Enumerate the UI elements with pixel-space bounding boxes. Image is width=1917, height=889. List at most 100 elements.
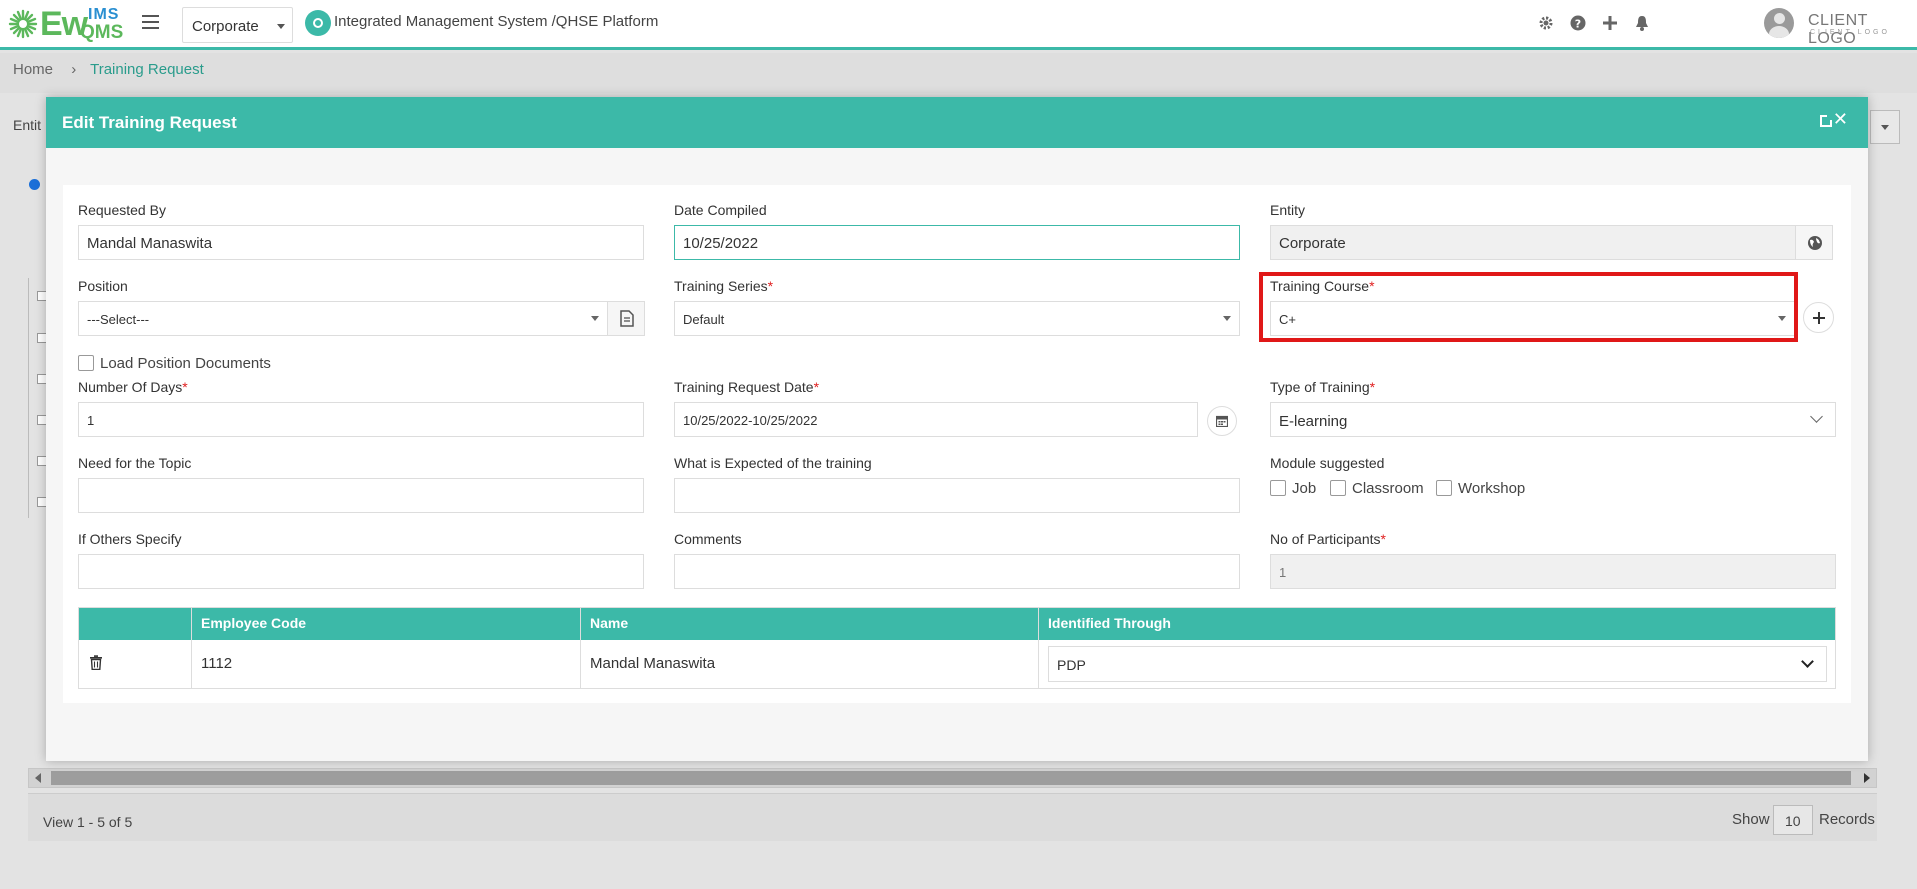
avatar[interactable] [1764, 8, 1794, 38]
hamburger-menu-icon[interactable] [142, 15, 159, 29]
no-of-participants-input: 1 [1270, 554, 1836, 589]
bg-dropdown [1870, 110, 1900, 144]
app-logo[interactable]: Ew IMS QMS [8, 4, 123, 44]
breadcrumb: Home › Training Request [0, 53, 1917, 93]
need-for-topic-label: Need for the Topic [78, 455, 192, 471]
number-of-days-label: Number Of Days* [78, 379, 188, 395]
number-of-days-label-text: Number Of Days [78, 379, 183, 395]
svg-text:?: ? [1575, 18, 1581, 31]
bg-table-footer [28, 793, 1877, 841]
col-name: Name [590, 615, 629, 631]
if-others-input[interactable] [78, 554, 644, 589]
identified-through-select[interactable]: PDP [1048, 646, 1827, 682]
training-request-date-label-text: Training Request Date [674, 379, 814, 395]
number-of-days-input[interactable]: 1 [78, 402, 644, 437]
expand-icon[interactable] [1820, 113, 1834, 127]
globe-icon [1808, 236, 1822, 250]
position-label: Position [78, 278, 128, 294]
column-divider [1038, 608, 1039, 688]
type-of-training-label-text: Type of Training [1270, 379, 1370, 395]
breadcrumb-separator: › [71, 61, 77, 78]
comments-input[interactable] [674, 554, 1240, 589]
entity-select[interactable]: Corporate [182, 7, 293, 43]
logo-text-qms: QMS [80, 22, 124, 43]
load-position-documents-checkbox[interactable] [78, 355, 94, 371]
type-of-training-label: Type of Training* [1270, 379, 1375, 395]
column-divider [191, 608, 192, 688]
column-divider [580, 608, 581, 688]
entity-label: Entity [1270, 202, 1306, 218]
calendar-icon [1216, 415, 1228, 427]
training-course-highlight [1259, 272, 1798, 342]
gear-icon[interactable] [1537, 14, 1555, 32]
records-per-page-input[interactable]: 10 [1773, 805, 1813, 835]
position-select-value: ---Select--- [87, 312, 150, 327]
training-request-date-label: Training Request Date* [674, 379, 819, 395]
training-series-label: Training Series* [674, 278, 773, 294]
module-job-checkbox[interactable] [1270, 480, 1286, 496]
participants-table: Employee Code Name Identified Through 11… [78, 607, 1836, 689]
date-compiled-input[interactable]: 10/25/2022 [674, 225, 1240, 260]
type-of-training-value: E-learning [1279, 413, 1348, 430]
type-of-training-select[interactable]: E-learning [1270, 402, 1836, 437]
identified-through-value: PDP [1057, 657, 1086, 673]
if-others-label: If Others Specify [78, 531, 182, 547]
employee-code-cell: 1112 [201, 655, 233, 672]
comments-label: Comments [674, 531, 742, 547]
module-classroom-checkbox[interactable] [1330, 480, 1346, 496]
app-title: Integrated Management System /QHSE Platf… [334, 13, 659, 30]
plus-icon[interactable] [1601, 14, 1619, 32]
requested-by-label: Requested By [78, 202, 166, 218]
document-icon [620, 310, 634, 327]
help-icon[interactable]: ? [1569, 14, 1587, 32]
pager-records-label: Records [1819, 811, 1875, 828]
close-icon[interactable]: ✕ [1833, 109, 1848, 130]
no-of-participants-label: No of Participants* [1270, 531, 1386, 547]
training-request-date-input[interactable]: 10/25/2022-10/25/2022 [674, 402, 1198, 437]
module-suggested-label: Module suggested [1270, 455, 1385, 471]
expected-input[interactable] [674, 478, 1240, 513]
breadcrumb-home[interactable]: Home [13, 61, 53, 78]
load-position-documents-label: Load Position Documents [100, 355, 271, 372]
globe-button[interactable] [1795, 225, 1833, 260]
no-of-participants-label-text: No of Participants [1270, 531, 1381, 547]
required-marker: * [182, 379, 188, 395]
horizontal-scrollbar[interactable] [28, 768, 1877, 788]
header-actions: ? [1537, 14, 1651, 32]
breadcrumb-current[interactable]: Training Request [90, 61, 204, 78]
required-marker: * [1369, 379, 1376, 395]
module-job-label: Job [1292, 480, 1317, 497]
position-document-button[interactable] [607, 301, 645, 336]
bell-icon[interactable] [1633, 14, 1651, 32]
chevron-down-icon [1801, 655, 1814, 668]
requested-by-input[interactable]: Mandal Manaswita [78, 225, 644, 260]
date-compiled-label: Date Compiled [674, 202, 767, 218]
bg-radio-dot [29, 179, 40, 190]
entity-input: Corporate [1270, 225, 1796, 260]
table-header: Employee Code Name Identified Through [79, 608, 1835, 640]
scroll-left-icon[interactable] [35, 773, 41, 783]
caret-down-icon [591, 316, 599, 321]
scroll-right-icon[interactable] [1864, 773, 1870, 783]
settings-badge-icon [305, 10, 331, 36]
chevron-down-icon [1810, 410, 1823, 423]
pager-view-text: View 1 - 5 of 5 [43, 814, 133, 830]
training-series-select[interactable]: Default [674, 301, 1240, 336]
training-series-label-text: Training Series [674, 278, 768, 294]
module-workshop-checkbox[interactable] [1436, 480, 1452, 496]
caret-down-icon [277, 24, 285, 29]
calendar-button[interactable] [1207, 406, 1237, 436]
col-identified-through: Identified Through [1048, 615, 1171, 631]
trash-icon[interactable] [89, 655, 103, 670]
client-logo-sub: CLIENT LOGO [1810, 29, 1890, 36]
expected-label: What is Expected of the training [674, 455, 872, 471]
add-course-button[interactable] [1803, 302, 1834, 333]
need-for-topic-input[interactable] [78, 478, 644, 513]
required-marker: * [813, 379, 820, 395]
required-marker: * [1380, 531, 1386, 547]
position-select[interactable]: ---Select--- [78, 301, 608, 336]
scrollbar-thumb[interactable] [51, 771, 1851, 785]
pager-show-label: Show [1732, 811, 1770, 828]
col-employee-code: Employee Code [201, 615, 307, 631]
bg-table-edge [28, 278, 48, 518]
